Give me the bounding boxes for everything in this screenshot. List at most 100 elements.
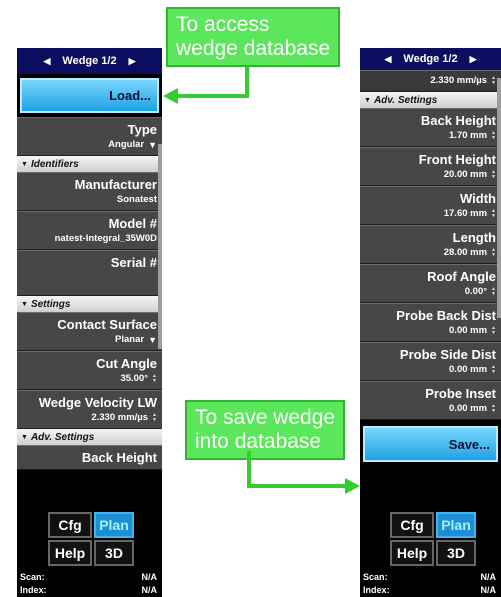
- field-label: Front Height: [418, 152, 496, 167]
- field-label: Cut Angle: [96, 356, 157, 371]
- field-value: 1.70 mm: [449, 130, 488, 141]
- scan-readout: Scan: N/A: [20, 572, 157, 582]
- dropdown-arrow-icon[interactable]: ▼: [148, 138, 157, 152]
- wedge-title-bar: ◀ Wedge 1/2 ▶: [17, 48, 162, 74]
- wedge-panel-right: ◀ Wedge 1/2 ▶ 2.330 mm/µs ▲ ▼ ▼ Adv. Setti…: [360, 48, 501, 597]
- spin-arrows-icon[interactable]: ▲ ▼: [491, 326, 496, 336]
- next-arrow-icon[interactable]: ▶: [470, 54, 477, 65]
- bottom-dock: Cfg Plan Help 3D Scan: N/A Index: N/A: [17, 508, 162, 597]
- probe-side-dist-field[interactable]: Probe Side Dist 0.00 mm ▲ ▼: [360, 342, 501, 381]
- section-header[interactable]: ▼ Settings: [17, 296, 162, 312]
- next-arrow-icon[interactable]: ▶: [129, 56, 136, 67]
- cfg-button[interactable]: Cfg: [390, 512, 434, 538]
- save-database-callout: To save wedge into database: [185, 400, 346, 460]
- load-arrowhead-icon: [163, 88, 178, 104]
- cut-angle-field[interactable]: Cut Angle 35.00° ▲ ▼: [17, 351, 162, 390]
- field-label: Length: [452, 230, 496, 245]
- collapse-triangle-icon: ▼: [21, 160, 28, 168]
- save-button[interactable]: Save...: [363, 426, 498, 462]
- spin-arrows-icon[interactable]: ▲ ▼: [491, 287, 496, 297]
- 3d-button[interactable]: 3D: [436, 540, 476, 566]
- wedge-title: Wedge 1/2: [62, 55, 117, 67]
- scan-label: Scan:: [363, 572, 388, 582]
- callout-line: into database: [195, 430, 322, 453]
- manufacturer-field[interactable]: Manufacturer Sonatest: [17, 172, 162, 211]
- callout-line: wedge database: [176, 37, 331, 60]
- field-value: Sonatest: [116, 194, 157, 205]
- settings-list: Type Angular ▼ ▼ Identifiers Manufacturer Sona…: [17, 117, 162, 470]
- back-height-field[interactable]: Back Height 1.70 mm ▲ ▼: [360, 108, 501, 147]
- cfg-button[interactable]: Cfg: [48, 512, 92, 538]
- section-header[interactable]: ▼ Identifiers: [17, 156, 162, 172]
- scrollbar[interactable]: [497, 78, 501, 318]
- access-database-callout: To access wedge database: [166, 7, 341, 67]
- plan-button[interactable]: Plan: [94, 512, 134, 538]
- load-arrow-line: [174, 66, 249, 98]
- 3d-button[interactable]: 3D: [94, 540, 134, 566]
- width-field[interactable]: Width 17.60 mm ▲ ▼: [360, 186, 501, 225]
- front-height-field[interactable]: Front Height 20.00 mm ▲ ▼: [360, 147, 501, 186]
- field-value: natest-Integral_35W0D: [54, 233, 157, 244]
- section-label: Adv. Settings: [373, 94, 438, 106]
- wedge-velocity-field[interactable]: Wedge Velocity LW 2.330 mm/µs ▲ ▼: [17, 390, 162, 429]
- field-value: 0.00°: [464, 286, 488, 297]
- probe-inset-field[interactable]: Probe Inset 0.00 mm ▲ ▼: [360, 381, 501, 420]
- load-button[interactable]: Load...: [20, 78, 159, 113]
- field-value: 0.00 mm: [449, 325, 488, 336]
- back-height-field[interactable]: Back Height: [17, 445, 162, 470]
- field-value: 17.60 mm: [443, 208, 488, 219]
- index-value: N/A: [480, 585, 497, 595]
- spin-arrows-icon[interactable]: ▲ ▼: [491, 404, 496, 414]
- section-header[interactable]: ▼ Adv. Settings: [17, 429, 162, 445]
- spin-arrows-icon[interactable]: ▲ ▼: [491, 248, 496, 258]
- wedge-title-bar: ◀ Wedge 1/2 ▶: [360, 48, 501, 70]
- spin-arrows-icon[interactable]: ▲ ▼: [491, 365, 496, 375]
- spin-arrows-icon[interactable]: ▲ ▼: [152, 374, 157, 384]
- help-button[interactable]: Help: [48, 540, 92, 566]
- mode-grid: Cfg Plan Help 3D: [390, 512, 476, 566]
- collapse-triangle-icon: ▼: [21, 300, 28, 308]
- field-value: 28.00 mm: [443, 247, 488, 258]
- index-value: N/A: [141, 585, 158, 595]
- wedge-velocity-value[interactable]: 2.330 mm/µs ▲ ▼: [360, 70, 501, 92]
- collapse-triangle-icon: ▼: [364, 96, 371, 104]
- model-field[interactable]: Model # natest-Integral_35W0D: [17, 211, 162, 250]
- field-value: 0.00 mm: [449, 364, 488, 375]
- field-label: Probe Back Dist: [396, 308, 496, 323]
- help-button[interactable]: Help: [390, 540, 434, 566]
- dropdown-arrow-icon[interactable]: ▼: [148, 333, 157, 347]
- plan-button[interactable]: Plan: [436, 512, 476, 538]
- spin-arrows-icon[interactable]: ▲ ▼: [491, 170, 496, 180]
- field-label: Model #: [108, 216, 157, 231]
- adv-settings-list: ▼ Adv. Settings Back Height 1.70 mm ▲ ▼ Front …: [360, 92, 501, 420]
- spin-arrows-icon[interactable]: ▲ ▼: [491, 131, 496, 141]
- probe-back-dist-field[interactable]: Probe Back Dist 0.00 mm ▲ ▼: [360, 303, 501, 342]
- scan-label: Scan:: [20, 572, 45, 582]
- field-label: Contact Surface: [57, 317, 157, 332]
- scan-value: N/A: [141, 572, 158, 582]
- contact-surface-field[interactable]: Contact Surface Planar ▼: [17, 312, 162, 351]
- field-label: Back Height: [81, 450, 157, 465]
- mode-grid: Cfg Plan Help 3D: [48, 512, 134, 566]
- field-label: Type: [127, 122, 157, 137]
- field-label: Roof Angle: [427, 269, 496, 284]
- field-value: 20.00 mm: [443, 169, 488, 180]
- prev-arrow-icon[interactable]: ◀: [384, 54, 391, 65]
- field-label: Probe Side Dist: [399, 347, 496, 362]
- section-label: Adv. Settings: [30, 431, 95, 443]
- scrollbar[interactable]: [158, 144, 162, 349]
- type-field[interactable]: Type Angular ▼: [17, 117, 162, 156]
- spin-arrows-icon[interactable]: ▲ ▼: [152, 413, 157, 423]
- roof-angle-field[interactable]: Roof Angle 0.00° ▲ ▼: [360, 264, 501, 303]
- callout-line: To access: [176, 13, 270, 36]
- serial-field[interactable]: Serial #: [17, 250, 162, 296]
- spin-arrows-icon[interactable]: ▲ ▼: [491, 209, 496, 219]
- index-label: Index:: [363, 585, 390, 595]
- prev-arrow-icon[interactable]: ◀: [43, 56, 50, 67]
- field-label: Wedge Velocity LW: [38, 395, 157, 410]
- field-label: Serial #: [110, 255, 157, 270]
- spin-arrows-icon[interactable]: ▲ ▼: [491, 76, 496, 86]
- length-field[interactable]: Length 28.00 mm ▲ ▼: [360, 225, 501, 264]
- section-header[interactable]: ▼ Adv. Settings: [360, 92, 501, 108]
- field-label: Probe Inset: [425, 386, 496, 401]
